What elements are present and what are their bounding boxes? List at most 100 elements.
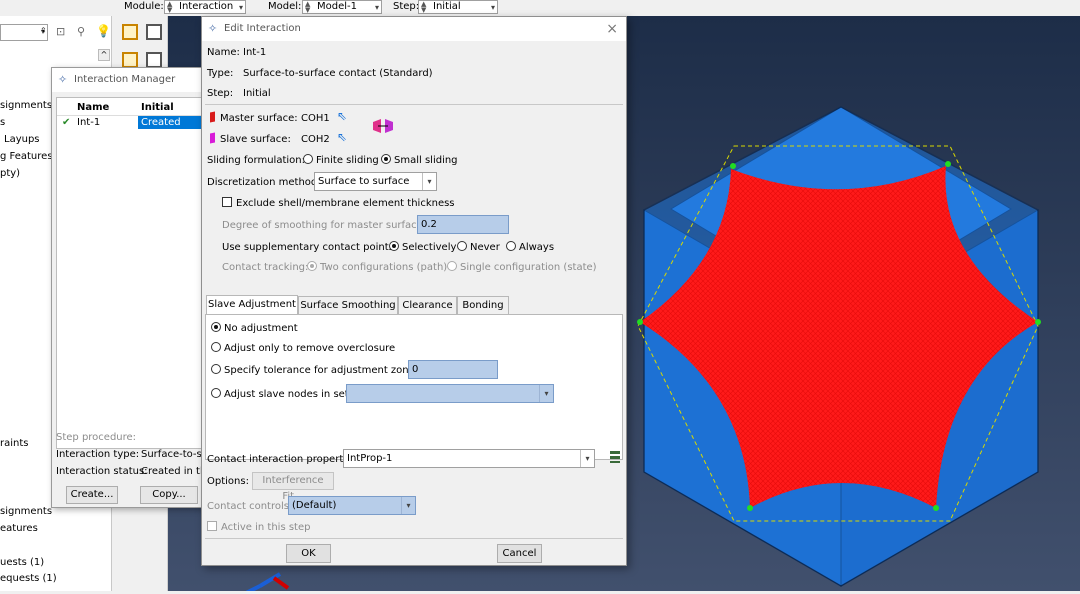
filter-icon[interactable]: ⚲ [77, 25, 85, 38]
edit-interaction-dialog[interactable]: ✧ Edit Interaction × Name: Int-1 Type: S… [201, 16, 627, 566]
interaction-manager-icon[interactable] [146, 24, 162, 40]
tab-bonding[interactable]: Bonding [457, 296, 509, 314]
separator [205, 538, 623, 539]
chevron-down-icon: ▾ [539, 385, 553, 402]
abaqus-icon: ✧ [208, 22, 218, 35]
module-select[interactable]: ▲ ▼ Interaction ▾ [164, 0, 246, 14]
supp-never-radio[interactable]: Never [457, 241, 500, 254]
tree-item[interactable]: s [0, 117, 5, 128]
contact-controls-select[interactable]: (Default) ▾ [288, 496, 416, 515]
interaction-type-label: Interaction type: [56, 449, 140, 460]
options-label: Options: [207, 476, 249, 487]
slave-adjustment-panel: No adjustment Adjust only to remove over… [205, 314, 623, 460]
tree-item[interactable]: Layups [4, 134, 40, 145]
tolerance-radio[interactable]: Specify tolerance for adjustment zone: [211, 364, 418, 377]
property-manager-icon[interactable] [608, 450, 622, 464]
row-state-cell[interactable]: Created [138, 116, 208, 129]
sliding-formulation-label: Sliding formulation: [207, 155, 305, 166]
col-header-initial[interactable]: Initial [141, 101, 174, 114]
name-label: Name: [207, 47, 240, 58]
spin-icon[interactable]: ⇕ [40, 26, 47, 35]
small-sliding-radio[interactable]: Small sliding [381, 154, 458, 167]
interaction-status-label: Interaction status: [56, 466, 148, 477]
type-label: Type: [207, 68, 234, 79]
master-surface-value: COH1 [301, 113, 330, 124]
step-procedure-label: Step procedure: [56, 432, 137, 443]
step-select[interactable]: ▲ ▼ Initial ▾ [418, 0, 498, 14]
create-button[interactable]: Create... [66, 486, 118, 504]
create-property-icon[interactable] [122, 52, 138, 68]
select-cursor-icon[interactable]: ⇖ [337, 110, 347, 123]
interference-fit-button[interactable]: Interference Fit... [252, 472, 334, 502]
tab-surface-smoothing[interactable]: Surface Smoothing [298, 296, 398, 314]
create-interaction-icon[interactable] [122, 24, 138, 40]
select-cursor-icon[interactable]: ⇖ [337, 131, 347, 144]
tolerance-input[interactable]: 0 [408, 360, 498, 379]
manager-titlebar[interactable]: ✧ Interaction Manager [52, 68, 210, 92]
manager-title: Interaction Manager [74, 74, 176, 85]
tab-clearance[interactable]: Clearance [398, 296, 457, 314]
chevron-down-icon: ▾ [580, 450, 594, 467]
close-icon[interactable]: × [606, 17, 618, 41]
tab-slave-adjustment[interactable]: Slave Adjustment [206, 295, 298, 315]
spin-icon: ▲ ▼ [305, 0, 311, 14]
dialog-titlebar[interactable]: ✧ Edit Interaction × [202, 17, 626, 41]
spin-icon: ▲ ▼ [421, 0, 427, 14]
tree-item[interactable]: eatures [0, 523, 38, 534]
master-surface-row: Master surface: [210, 111, 298, 125]
discretization-label: Discretization method: [207, 177, 321, 188]
step-label: Step: [207, 88, 234, 99]
no-adjustment-radio[interactable]: No adjustment [211, 322, 298, 335]
chevron-down-icon: ▾ [422, 173, 436, 190]
smoothing-input[interactable]: 0.2 [417, 215, 509, 234]
separator [205, 104, 623, 105]
tree-item[interactable]: pty) [0, 168, 20, 179]
chevron-down-icon: ▾ [238, 3, 243, 12]
context-bar: Module: ▲ ▼ Interaction ▾ Model: ▲ ▼ Model… [0, 0, 1080, 16]
finite-sliding-radio[interactable]: Finite sliding [303, 154, 379, 167]
property-manager-icon[interactable] [146, 52, 162, 68]
type-value: Surface-to-surface contact (Standard) [243, 68, 433, 79]
lightbulb-icon[interactable]: 💡 [96, 24, 111, 38]
col-header-name[interactable]: Name [77, 101, 109, 114]
cancel-button[interactable]: Cancel [497, 544, 542, 563]
adjust-set-radio[interactable]: Adjust slave nodes in set: [211, 388, 352, 401]
tree-item[interactable]: signments [0, 506, 52, 517]
copy-button[interactable]: Copy... [140, 486, 198, 504]
scroll-up-button[interactable]: ^ [98, 49, 110, 61]
interaction-table[interactable]: Name Initial ✔ Int-1 Created [56, 97, 208, 449]
interaction-type-value: Surface-to-su [141, 449, 209, 460]
discretization-select[interactable]: Surface to surface ▾ [314, 172, 437, 191]
adjust-set-select[interactable]: ▾ [346, 384, 554, 403]
master-surface-icon [210, 111, 215, 123]
slave-surface-value: COH2 [301, 134, 330, 145]
property-label: Contact interaction property: [207, 454, 352, 465]
supp-selectively-radio[interactable]: Selectively [389, 241, 456, 254]
supp-always-radio[interactable]: Always [506, 241, 554, 254]
chevron-down-icon: ▾ [374, 3, 379, 12]
tree-item[interactable]: equests (1) [0, 573, 57, 584]
ok-button[interactable]: OK [286, 544, 331, 563]
tracking-single-radio[interactable]: Single configuration (state) [447, 261, 597, 274]
tree-item[interactable]: uests (1) [0, 557, 44, 568]
dialog-title: Edit Interaction [224, 23, 301, 34]
step-label: Step: [393, 1, 420, 12]
slave-surface-row: Slave surface: [210, 132, 291, 146]
tree-item[interactable]: g Features [0, 151, 53, 162]
active-in-step-checkbox[interactable]: Active in this step [207, 521, 310, 534]
model-select[interactable]: ▲ ▼ Model-1 ▾ [302, 0, 382, 14]
spin-icon: ▲ ▼ [167, 0, 173, 14]
tracking-two-radio[interactable]: Two configurations (path) [307, 261, 447, 274]
tree-item[interactable]: signments [0, 100, 52, 111]
tree-item[interactable]: raints [0, 438, 29, 449]
row-name-cell[interactable]: Int-1 [77, 116, 100, 129]
folder-up-icon[interactable]: ⊡ [56, 25, 65, 38]
property-select[interactable]: IntProp-1 ▾ [343, 449, 595, 468]
exclude-thickness-checkbox[interactable]: Exclude shell/membrane element thickness [222, 197, 455, 210]
remove-overclosure-radio[interactable]: Adjust only to remove overclosure [211, 342, 395, 355]
interaction-manager-dialog[interactable]: ✧ Interaction Manager Name Initial ✔ Int… [51, 67, 211, 508]
chevron-down-icon: ▾ [490, 3, 495, 12]
step-value: Initial [243, 88, 271, 99]
swap-surfaces-icon[interactable] [373, 119, 393, 133]
smoothing-label: Degree of smoothing for master surface: [222, 220, 427, 231]
